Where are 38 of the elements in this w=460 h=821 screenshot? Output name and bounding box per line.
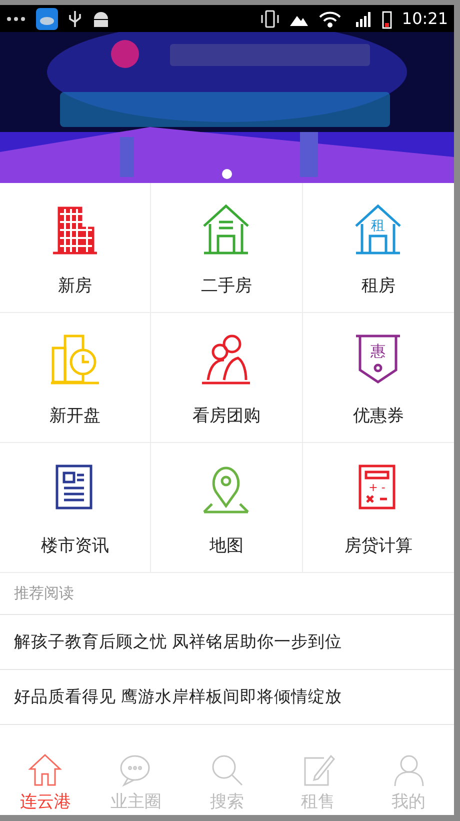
section-title: 推荐阅读 (14, 584, 74, 603)
menu-tile[interactable]: 新开盘 (0, 313, 152, 443)
tab-label: 业主圈 (110, 791, 162, 813)
article-row[interactable]: 好品质看得见 鹰游水岸样板间即将倾情绽放 (0, 670, 454, 725)
article-title: 好品质看得见 鹰游水岸样板间即将倾情绽放 (14, 686, 342, 708)
tile-label: 新房 (58, 275, 92, 297)
tab-label: 搜索 (210, 791, 244, 813)
menu-tile[interactable]: + - 房贷计算 (302, 443, 454, 573)
tile-label: 新开盘 (50, 405, 101, 427)
usb-icon (68, 8, 82, 28)
wifi-icon (318, 10, 342, 28)
article-row[interactable]: 解孩子教育后顾之忧 凤祥铭居助你一步到位 (0, 615, 454, 670)
vibrate-icon (260, 8, 280, 28)
menu-tile[interactable]: 看房团购 (151, 313, 303, 443)
menu-tile[interactable]: 楼市资讯 (0, 443, 152, 573)
article-title: 解孩子教育后顾之忧 凤祥铭居助你一步到位 (14, 631, 342, 653)
menu-tile[interactable]: 租 租房 (302, 183, 454, 313)
menu-tile[interactable]: 新房 (0, 183, 152, 313)
tab-label: 连云港 (20, 791, 71, 813)
battery-icon (382, 8, 392, 28)
tile-label: 租房 (361, 275, 396, 297)
tile-label: 二手房 (200, 275, 252, 297)
menu-tile[interactable]: 二手房 (151, 183, 303, 313)
tab-item[interactable]: 连云港 (0, 750, 91, 815)
menu-tile[interactable]: 惠 优惠券 (302, 313, 454, 443)
tile-label: 地图 (209, 535, 244, 557)
tile-label: 优惠券 (352, 405, 404, 427)
cloud-icon (36, 8, 58, 30)
menu-tile[interactable]: 地图 (151, 443, 303, 573)
tab-label: 租售 (300, 791, 335, 813)
android-icon (92, 10, 110, 28)
home-icon (27, 752, 64, 788)
tile-label: 房贷计算 (344, 535, 412, 557)
tile-label: 看房团购 (192, 405, 260, 427)
clock-time: 10:21 (402, 9, 448, 28)
more-icon (6, 16, 26, 22)
tile-label: 楼市资讯 (41, 535, 110, 557)
tab-label: 我的 (392, 791, 426, 813)
